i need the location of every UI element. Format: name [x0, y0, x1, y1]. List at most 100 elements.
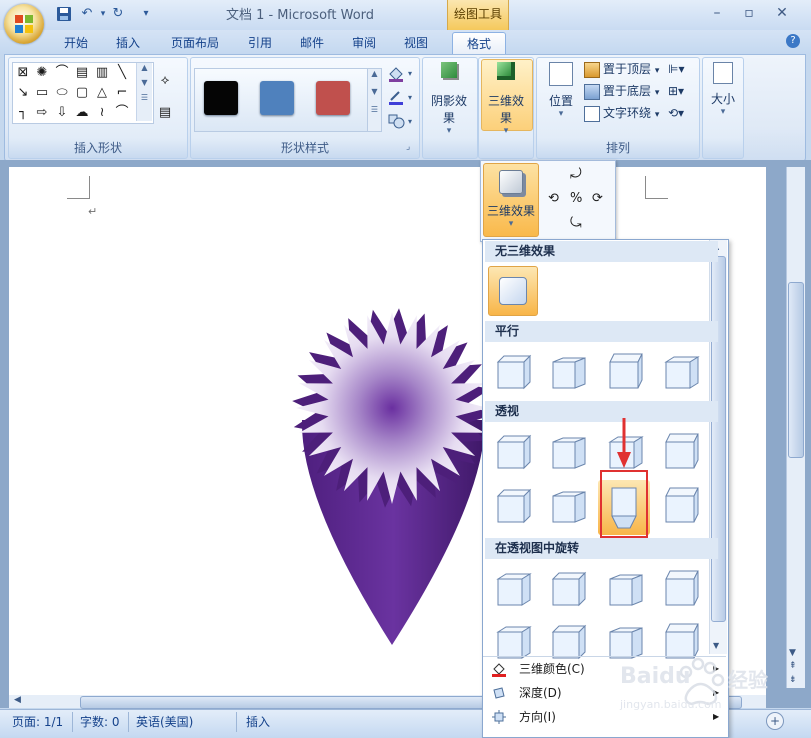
- help-icon[interactable]: ?: [786, 34, 800, 48]
- size-label: 大小: [710, 92, 735, 106]
- parallel-option-3[interactable]: [602, 348, 650, 396]
- rotation-option-6[interactable]: [545, 618, 593, 660]
- align-icon[interactable]: ⊫▾: [668, 62, 684, 76]
- curve-shape-icon[interactable]: ⌒: [113, 104, 131, 122]
- minimize-icon[interactable]: –: [705, 2, 729, 24]
- rotation-option-7[interactable]: [602, 618, 650, 659]
- tilt-down-icon[interactable]: ⤿: [570, 215, 582, 231]
- freeform-icon[interactable]: ≀: [93, 104, 111, 122]
- language-indicator[interactable]: 英语(美国): [136, 713, 193, 731]
- selected-perspective-option[interactable]: [600, 470, 648, 538]
- down-arrow-icon[interactable]: ⇩: [53, 104, 71, 122]
- position-icon: [549, 62, 573, 86]
- position-button[interactable]: 位置 ▾: [540, 62, 582, 119]
- tilt-right-icon[interactable]: ⟳: [592, 191, 603, 206]
- change-shape-icon[interactable]: ▾: [386, 112, 416, 130]
- parallel-option-4[interactable]: [658, 348, 706, 396]
- gallery-scroll-thumb[interactable]: [711, 256, 726, 622]
- word-count[interactable]: 字数: 0: [80, 713, 120, 731]
- rotation-option-4[interactable]: [658, 565, 706, 613]
- rectangle-shape-icon[interactable]: ▭: [33, 84, 51, 102]
- tab-format[interactable]: 格式: [452, 32, 506, 55]
- direction-icon: [491, 709, 507, 725]
- edit-shape-icon[interactable]: ⟡: [156, 72, 174, 90]
- rotation-option-3[interactable]: [602, 565, 650, 613]
- arc-shape-icon[interactable]: ⌒: [53, 64, 71, 82]
- page-count[interactable]: 页面: 1/1: [12, 713, 63, 731]
- tilt-left-icon[interactable]: ⟲: [548, 191, 559, 206]
- triangle-shape-icon[interactable]: △: [93, 84, 111, 102]
- rotation-option-5[interactable]: [490, 618, 538, 659]
- rotation-option-2[interactable]: [545, 565, 593, 613]
- three-d-effects-popup-button[interactable]: 三维效果 ▾: [483, 163, 539, 237]
- rotate-icon[interactable]: ⟲▾: [668, 106, 684, 120]
- shape-styles-group-label: 形状样式: [280, 141, 329, 155]
- no-3d-option[interactable]: [488, 266, 538, 316]
- text-box-icon[interactable]: ▤: [73, 64, 91, 82]
- three-d-effects-ribbon-button[interactable]: 三维效果 ▾: [485, 62, 527, 136]
- tab-home[interactable]: 开始: [56, 32, 96, 54]
- shapes-gallery[interactable]: ⊠ ✺ ⌒ ▤ ▥ ╲ ↘ ▭ ⬭ ▢ △ ⌐ ┐ ⇨ ⇩ ☁ ≀ ⌒ ▲ ▼ …: [12, 62, 154, 124]
- tab-insert[interactable]: 插入: [108, 32, 148, 54]
- shapes-gallery-scroll[interactable]: ▲ ▼ ☰: [136, 63, 152, 121]
- tab-review[interactable]: 审阅: [344, 32, 384, 54]
- perspective-option-5[interactable]: [490, 482, 538, 530]
- send-to-back-button[interactable]: 置于底层 ▾: [584, 81, 659, 101]
- parallel-option-2[interactable]: [545, 348, 593, 396]
- tab-view[interactable]: 视图: [396, 32, 436, 54]
- status-separator: [236, 712, 237, 732]
- text-box-vertical-icon[interactable]: ⊠: [14, 64, 32, 82]
- perspective-option-6[interactable]: [545, 482, 593, 530]
- flower-shape[interactable]: [280, 300, 490, 650]
- perspective-option-3[interactable]: [658, 428, 706, 476]
- tilt-up-icon[interactable]: ⤾: [570, 166, 582, 182]
- seal-shape-icon[interactable]: ✺: [33, 64, 51, 82]
- style-gallery-scroll[interactable]: ▲ ▼ ☰: [367, 68, 382, 132]
- perspective-option-7[interactable]: [658, 482, 706, 530]
- three-d-box-preview-icon: [552, 437, 586, 469]
- tab-page-layout[interactable]: 页面布局: [162, 32, 228, 54]
- perspective-option-1[interactable]: [490, 428, 538, 476]
- rounded-rect-icon[interactable]: ▢: [73, 84, 91, 102]
- bring-to-front-button[interactable]: 置于顶层 ▾: [584, 59, 659, 79]
- dialog-launcher-icon[interactable]: ⌟: [406, 142, 410, 152]
- text-wrapping-button[interactable]: 文字环绕 ▾: [584, 103, 659, 123]
- add-text-icon[interactable]: ▤: [156, 104, 174, 122]
- parallel-option-1[interactable]: [490, 348, 538, 396]
- margin-corner-top-right: [645, 176, 668, 199]
- tab-references[interactable]: 引用: [240, 32, 280, 54]
- shadow-effects-button[interactable]: 阴影效果 ▾: [428, 62, 470, 136]
- three-d-effects-label: 三维效果: [487, 94, 524, 125]
- vertical-scroll-thumb[interactable]: [788, 282, 804, 458]
- arrow-line-icon[interactable]: ↘: [14, 84, 32, 102]
- group-icon[interactable]: ⊞▾: [668, 84, 684, 98]
- right-arrow-icon[interactable]: ⇨: [33, 104, 51, 122]
- rotation-option-8[interactable]: [658, 618, 706, 659]
- style-swatch-red[interactable]: [316, 81, 350, 115]
- style-swatch-black[interactable]: [204, 81, 238, 115]
- connector-icon[interactable]: ┐: [14, 104, 32, 122]
- size-button[interactable]: 大小 ▾: [702, 62, 744, 117]
- scroll-left-icon[interactable]: ◀: [14, 695, 21, 705]
- gallery-scroll-down-icon[interactable]: ▼: [713, 641, 719, 650]
- tab-mailings[interactable]: 邮件: [292, 32, 332, 54]
- oval-shape-icon[interactable]: ⬭: [53, 84, 71, 102]
- elbow-connector-icon[interactable]: ⌐: [113, 84, 131, 102]
- flat-box-icon: [499, 277, 527, 305]
- shape-fill-icon[interactable]: ▾: [386, 64, 416, 82]
- svg-text:▾: ▾: [408, 117, 412, 126]
- shape-outline-icon[interactable]: ▾: [386, 88, 416, 106]
- office-button[interactable]: [4, 4, 44, 44]
- callout-icon[interactable]: ☁: [73, 104, 91, 122]
- restore-icon[interactable]: ▫: [737, 2, 761, 24]
- insert-mode[interactable]: 插入: [246, 713, 270, 731]
- three-d-box-preview-icon: [552, 357, 586, 389]
- three-d-toggle-icon[interactable]: %: [570, 191, 582, 206]
- line-shape-icon[interactable]: ╲: [113, 64, 131, 82]
- rotation-option-1[interactable]: [490, 565, 538, 613]
- style-swatch-blue[interactable]: [260, 81, 294, 115]
- three-d-box-preview-icon: [551, 571, 587, 607]
- close-icon[interactable]: ✕: [770, 2, 794, 24]
- vertical-text-box-icon[interactable]: ▥: [93, 64, 111, 82]
- perspective-option-2[interactable]: [545, 428, 593, 476]
